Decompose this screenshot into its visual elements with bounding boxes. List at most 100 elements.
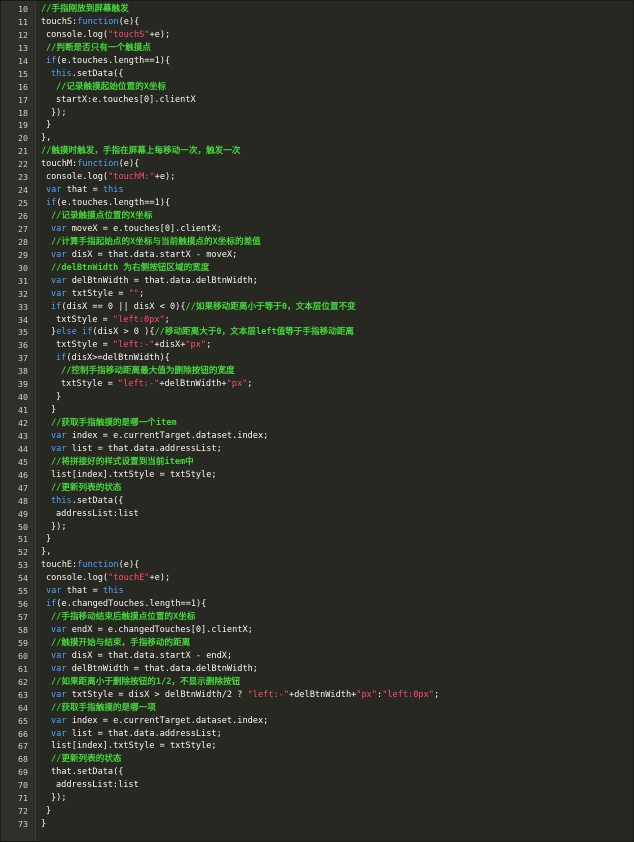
code-token-comment: //如果移动距离小于等于0，文本层位置不变 [185,301,356,312]
code-line[interactable]: 37 if(disX>=delBtnWidth){ [1,352,633,365]
code-line[interactable]: 51} [1,533,633,546]
code-line[interactable]: 56 if(e.changedTouches.length==1){ [1,598,633,611]
code-line[interactable]: 17 startX:e.touches[0].clientX [1,94,633,107]
code-line[interactable]: 66 var list = that.data.addressList; [1,728,633,741]
code-line[interactable]: 68 //更新列表的状态 [1,753,633,766]
code-token-plain: +e); [149,573,171,584]
code-line[interactable]: 64 //获取手指触摸的是哪一项 [1,702,633,715]
code-token-plain: } [46,534,52,545]
line-number: 69 [18,767,28,778]
code-line[interactable]: 58 var endX = e.changedTouches[0].clientX… [1,624,633,637]
code-line[interactable]: 31 var delBtnWidth = that.data.delBtnWidt… [1,275,633,288]
code-line[interactable]: 43 var index = e.currentTarget.dataset.in… [1,430,633,443]
code-line[interactable]: 15 this.setData({ [1,68,633,81]
code-line[interactable]: 48 this.setData({ [1,495,633,508]
line-code: }); [51,107,67,120]
line-number: 30 [18,262,28,273]
code-token-plain: (e.changedTouches.length==1){ [56,599,207,610]
code-token-keyword: this [102,185,124,196]
code-token-plain: (e){ [118,560,140,571]
code-token-plain: addressList:list [56,780,139,791]
code-editor[interactable]: 10//手指刚放到屏幕触发 11 touchS:function(e){12 cons… [0,0,634,842]
line-code: list[index].txtStyle = txtStyle; [51,740,217,753]
code-line[interactable]: 41} [1,404,633,417]
code-line[interactable]: 50}); [1,521,633,534]
code-line[interactable]: 70 addressList:list [1,779,633,792]
code-line[interactable]: 21 //触摸时触发，手指在屏幕上每移动一次，触发一次 [1,145,633,158]
code-line[interactable]: 44 var list = that.data.addressList; [1,443,633,456]
line-code: that.setData({ [51,766,123,779]
code-line[interactable]: 67 list[index].txtStyle = txtStyle; [1,740,633,753]
code-line[interactable]: 24 var that = this [1,184,633,197]
code-token-keyword: function [77,560,119,571]
line-number: 35 [18,327,28,338]
code-line[interactable]: 55 var that = this [1,585,633,598]
code-line[interactable]: 42 //获取手指触摸的是哪一个item [1,417,633,430]
code-token-comment: //更新列表的状态 [51,482,122,493]
code-line[interactable]: 62 //如果距离小于删除按钮的1/2，不显示删除按钮 [1,676,633,689]
code-line[interactable]: 49 addressList:list [1,508,633,521]
code-line[interactable]: 10 //手指刚放到屏幕触发 [1,3,633,16]
line-number: 14 [18,55,28,66]
line-number: 20 [18,133,28,144]
code-line[interactable]: 16 //记录触摸起始位置的X坐标 [1,81,633,94]
line-code: //更新列表的状态 [51,482,122,495]
code-line[interactable]: 61 var delBtnWidth = that.data.delBtnWidt… [1,663,633,676]
code-token-keyword: var [51,288,67,299]
code-token-keyword: var [51,443,67,454]
code-line[interactable]: 57 //手指移动结束后触摸点位置的X坐标 [1,611,633,624]
code-line[interactable]: 33 if(disX == 0 || disX < 0){//如果移动距离小于等于… [1,301,633,314]
code-line[interactable]: 47 //更新列表的状态 [1,482,633,495]
code-line[interactable]: 39 txtStyle = "left:-"+delBtnWidth+"px"; [1,378,633,391]
code-line[interactable]: 27 var moveX = e.touches[0].clientX; [1,223,633,236]
code-line[interactable]: 25 if(e.touches.length==1){ [1,197,633,210]
code-token-keyword: if [46,198,57,209]
code-line[interactable]: 69 that.setData({ [1,766,633,779]
code-token-comment: //触摸开始与结束，手指移动的距离 [51,637,191,648]
code-token-comment: //计算手指起始点的X坐标与当前触摸点的X坐标的差值 [51,236,261,247]
line-number: 24 [18,185,28,196]
code-line[interactable]: 54 console.log("touchE"+e); [1,572,633,585]
code-lines[interactable]: 10//手指刚放到屏幕触发 11 touchS:function(e){12 cons… [1,3,633,831]
code-line[interactable]: 40} [1,391,633,404]
code-line[interactable]: 29 var disX = that.data.startX - moveX; [1,249,633,262]
line-number: 46 [18,469,28,480]
code-line[interactable]: 45 //将拼接好的样式设置到当前item中 [1,456,633,469]
code-line[interactable]: 59 //触摸开始与结束，手指移动的距离 [1,637,633,650]
line-code: } [46,805,51,818]
line-number: 54 [18,573,28,584]
code-line[interactable]: 35}else if(disX > 0 ){//移动距离大于0，文本层left值… [1,326,633,339]
code-line[interactable]: 65 var index = e.currentTarget.dataset.in… [1,715,633,728]
line-code: if(e.changedTouches.length==1){ [46,598,206,611]
code-line[interactable]: 52}, [1,546,633,559]
line-number: 63 [18,689,28,700]
line-number: 60 [18,650,28,661]
code-line[interactable]: 28 //计算手指起始点的X坐标与当前触摸点的X坐标的差值 [1,236,633,249]
code-line[interactable]: 22 touchM:function(e){ [1,158,633,171]
code-line[interactable]: 30 //delBtnWidth 为右侧按钮区域的宽度 [1,262,633,275]
code-line[interactable]: 20}, [1,132,633,145]
code-line[interactable]: 63 var txtStyle = disX > delBtnWidth/2 ? … [1,689,633,702]
code-line[interactable]: 73} [1,818,633,831]
line-number: 55 [18,586,28,597]
code-line[interactable]: 12 console.log("touchS"+e); [1,29,633,42]
code-line[interactable]: 13 //判断是否只有一个触摸点 [1,42,633,55]
code-line[interactable]: 11 touchS:function(e){ [1,16,633,29]
code-token-comment: //触摸时触发，手指在屏幕上每移动一次，触发一次 [41,146,241,157]
code-token-plain: touchS: [41,16,78,27]
code-line[interactable]: 36 txtStyle = "left:-"+disX+"px"; [1,339,633,352]
code-line[interactable]: 32 var txtStyle = ""; [1,288,633,301]
code-line[interactable]: 46 list[index].txtStyle = txtStyle; [1,469,633,482]
code-line[interactable]: 72} [1,805,633,818]
code-line[interactable]: 19} [1,119,633,132]
code-line[interactable]: 71}); [1,792,633,805]
code-line[interactable]: 53 touchE:function(e){ [1,559,633,572]
code-line[interactable]: 23 console.log("touchM:"+e); [1,171,633,184]
code-line[interactable]: 38 //控制手指移动距离最大值为删除按钮的宽度 [1,365,633,378]
code-line[interactable]: 34 txtStyle = "left:0px"; [1,314,633,327]
code-line[interactable]: 26 //记录触摸点位置的X坐标 [1,210,633,223]
code-line[interactable]: 14 if(e.touches.length==1){ [1,55,633,68]
code-line[interactable]: 60 var disX = that.data.startX - endX; [1,650,633,663]
code-line[interactable]: 18}); [1,107,633,120]
code-token-keyword: if [51,301,62,312]
